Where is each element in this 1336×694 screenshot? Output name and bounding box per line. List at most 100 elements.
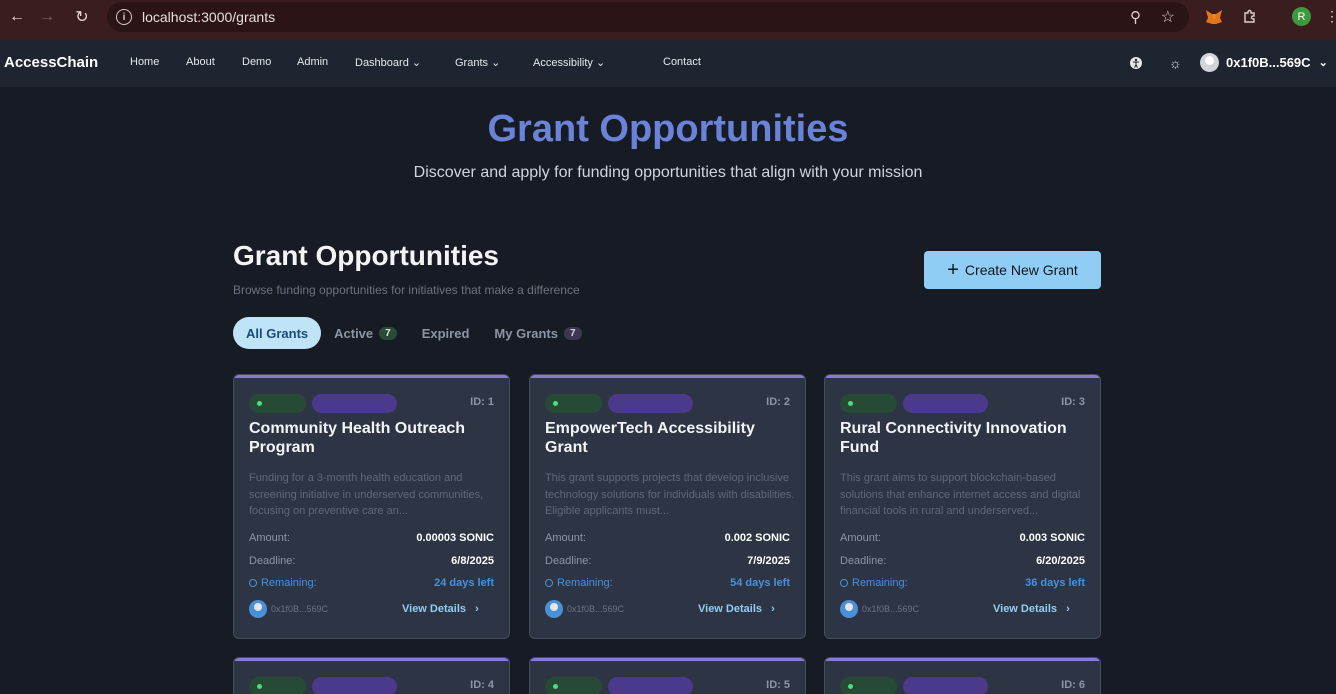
grant-owner: 0x1f0B...569C [840,600,919,618]
category-badge [608,394,693,413]
plus-icon: + [947,259,959,281]
deadline-label: Deadline: [545,555,592,567]
tab-my-grants[interactable]: My Grants 7 [494,317,582,349]
nav-dropdown-label: Accessibility [533,57,593,69]
view-details-label: View Details [993,603,1057,615]
create-new-grant-button[interactable]: + Create New Grant [924,251,1101,289]
owner-avatar [249,600,267,618]
zoom-icon[interactable]: ⚲ [1130,8,1141,26]
deadline-label: Deadline: [249,555,296,567]
card-accent-bar [825,375,1100,378]
category-badge [903,677,988,694]
grant-card[interactable]: ID: 2 EmpowerTech Accessibility Grant Th… [529,374,806,639]
theme-sun-icon[interactable]: ☼ [1169,55,1182,71]
status-badge [249,677,306,694]
grant-card[interactable]: ID: 3 Rural Connectivity Innovation Fund… [824,374,1101,639]
owner-address: 0x1f0B...569C [862,604,920,614]
chevron-right-icon: › [475,603,479,615]
nav-links: Home About Demo Admin Dashboard ⌄ Grants… [130,56,701,69]
view-details-label: View Details [402,603,466,615]
amount-label: Amount: [840,532,881,544]
remaining-value: 36 days left [1025,577,1085,589]
back-icon[interactable]: ← [0,0,34,34]
nav-link-contact[interactable]: Contact [663,56,701,69]
remaining-label: Remaining: [852,577,908,589]
grant-id: ID: 4 [470,679,494,691]
address-bar[interactable]: i localhost:3000/grants ⚲ ☆ [107,2,1189,32]
card-accent-bar [234,375,509,378]
grant-description: Funding for a 3-month health education a… [249,472,484,517]
grant-id: ID: 1 [470,396,494,408]
site-info-icon[interactable]: i [116,9,132,25]
chevron-right-icon: › [771,603,775,615]
remaining-value: 54 days left [730,577,790,589]
wallet-address: 0x1f0B...569C [1226,55,1311,70]
deadline-label: Deadline: [840,555,887,567]
bookmark-star-icon[interactable]: ☆ [1161,7,1175,27]
remaining-label: Remaining: [261,577,317,589]
grant-card[interactable]: ID: 5 [529,657,806,694]
wallet-account-menu[interactable]: 0x1f0B...569C ⌄ [1200,53,1328,72]
nav-link-home[interactable]: Home [130,56,186,69]
tab-label: My Grants [494,325,558,341]
profile-avatar[interactable]: R [1292,7,1311,26]
metamask-fox-icon[interactable] [1204,7,1224,27]
category-badge [312,394,397,413]
category-badge [608,677,693,694]
grant-card[interactable]: ID: 6 [824,657,1101,694]
tab-active[interactable]: Active 7 [334,317,397,349]
owner-avatar [545,600,563,618]
brand-logo[interactable]: AccessChain [4,54,98,71]
deadline-row: Deadline: 6/20/2025 [840,555,1085,567]
remaining-value: 24 days left [434,577,494,589]
grant-title: Rural Connectivity Innovation Fund [840,420,1067,456]
view-details-link[interactable]: View Details › [698,603,775,615]
chevron-down-icon: ⌄ [411,57,422,69]
nav-dropdown-dashboard[interactable]: Dashboard ⌄ [355,56,455,69]
deadline-row: Deadline: 7/9/2025 [545,555,790,567]
nav-link-demo[interactable]: Demo [242,56,297,69]
amount-row: Amount: 0.003 SONIC [840,532,1085,544]
nav-dropdown-accessibility[interactable]: Accessibility ⌄ [533,56,663,69]
category-badge [903,394,988,413]
remaining-row: Remaining: 36 days left [840,577,1085,589]
grant-card[interactable]: ID: 1 Community Health Outreach Program … [233,374,510,639]
status-badge [249,394,306,413]
view-details-link[interactable]: View Details › [993,603,1070,615]
url-text[interactable]: localhost:3000/grants [142,9,275,25]
view-details-link[interactable]: View Details › [402,603,479,615]
grant-description: This grant aims to support blockchain-ba… [840,472,1081,517]
hero-title: Grant Opportunities [487,108,849,150]
tab-label: Active [334,325,374,341]
status-badge [545,677,602,694]
extensions-puzzle-icon[interactable] [1240,7,1260,27]
category-badge [312,677,397,694]
hero-subtitle: Discover and apply for funding opportuni… [413,164,923,181]
card-accent-bar [530,375,805,378]
nav-dropdown-grants[interactable]: Grants ⌄ [455,56,533,69]
status-badge [840,677,897,694]
grant-id: ID: 5 [766,679,790,691]
accessibility-icon[interactable] [1129,56,1143,75]
view-details-label: View Details [698,603,762,615]
amount-value: 0.002 SONIC [724,532,790,544]
grant-card[interactable]: ID: 4 [233,657,510,694]
chevron-down-icon: ⌄ [491,57,501,69]
grant-id: ID: 3 [1061,396,1085,408]
clock-icon [840,579,848,587]
status-badge [545,394,602,413]
tab-expired[interactable]: Expired [422,317,470,349]
remaining-label: Remaining: [557,577,613,589]
grant-title: Community Health Outreach Program [249,420,466,456]
card-accent-bar [234,658,509,661]
tab-all-grants[interactable]: All Grants [233,317,322,349]
count-badge: 7 [563,326,582,340]
deadline-value: 6/20/2025 [1036,555,1085,567]
forward-icon[interactable]: → [30,0,64,34]
amount-label: Amount: [249,532,290,544]
reload-icon[interactable]: ↻ [65,0,99,34]
nav-link-about[interactable]: About [186,56,242,69]
chevron-down-icon: ⌄ [595,57,606,69]
browser-menu-icon[interactable]: ⋮ [1325,8,1336,25]
nav-link-admin[interactable]: Admin [297,56,355,69]
